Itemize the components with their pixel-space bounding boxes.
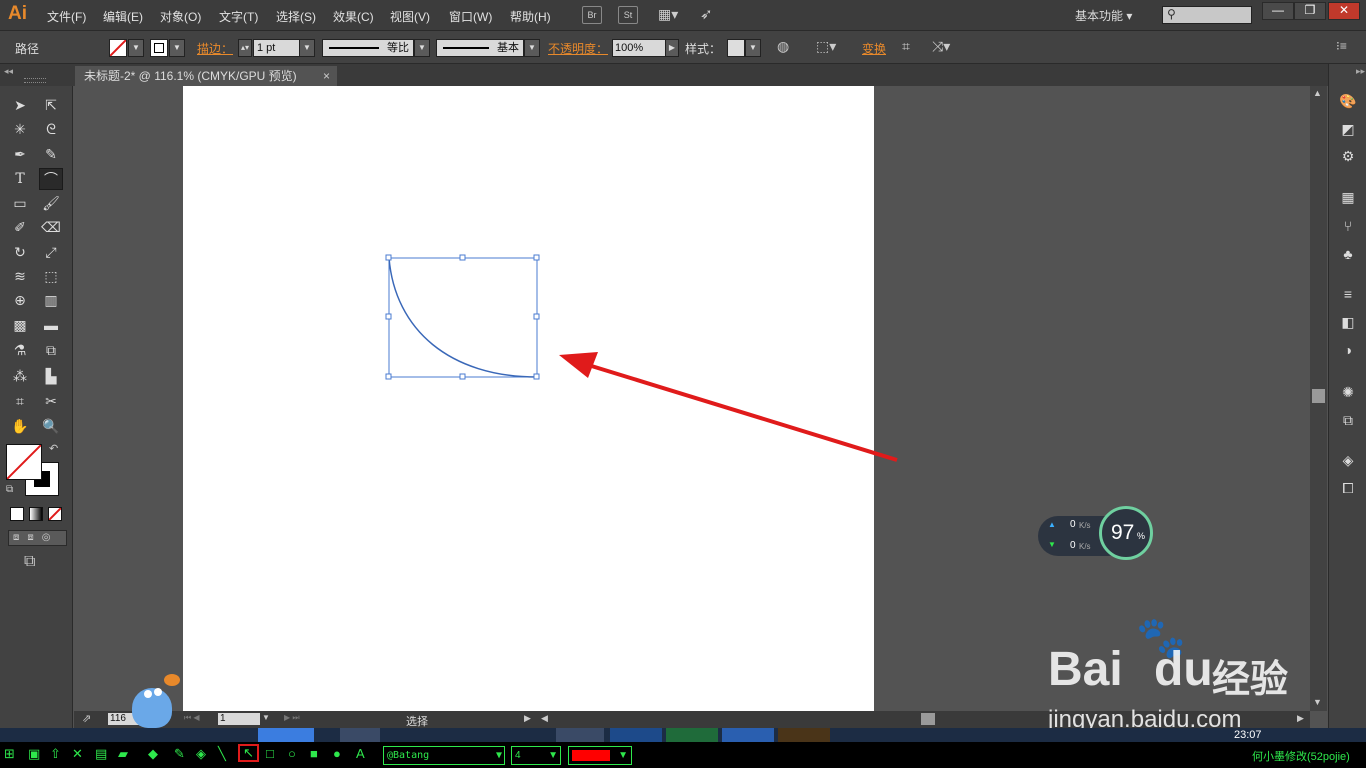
handle-top-right	[533, 254, 540, 261]
taskbar-excel[interactable]	[666, 728, 718, 742]
ellipse-filled-icon[interactable]: ●	[333, 745, 341, 763]
pencil-icon[interactable]: ✎	[174, 745, 185, 763]
vertical-scroll-thumb[interactable]	[1312, 389, 1325, 403]
upload-speed: 0	[1070, 519, 1076, 530]
rectangle-outline-icon[interactable]: □	[266, 745, 274, 763]
memory-percent: 97	[1111, 521, 1135, 544]
memory-ring: 97 %	[1099, 506, 1153, 560]
color-select-arrow[interactable]: ▼	[618, 747, 628, 764]
size-select[interactable]: 4 ▼	[511, 746, 561, 765]
annotation-arrow	[559, 352, 898, 462]
expand-panels-icon[interactable]: ▸▸	[1356, 66, 1365, 77]
cc-libraries-icon[interactable]: ⚙	[1338, 146, 1358, 166]
taskbar-illustrator[interactable]	[778, 728, 830, 742]
network-speed-widget[interactable]: ▲ 0 K/s ▼ 0 K/s 97 %	[1038, 506, 1156, 566]
hscroll-right-icon[interactable]: ▶	[1297, 713, 1304, 724]
download-icon: ▼	[1048, 540, 1056, 549]
close-x-icon[interactable]: ✕	[72, 745, 83, 763]
vertical-scrollbar[interactable]: ▲ ▼	[1310, 86, 1327, 711]
upload-unit: K/s	[1079, 521, 1091, 530]
highlighter-icon[interactable]: ◈	[196, 745, 206, 763]
watermark-brand-text-2: du	[1154, 643, 1213, 696]
right-panel-dock: ▸▸ 🎨 ◩ ⚙ ▦ ⑂ ♣ ≡ ◧ ◑ ✺ ⧉ ◈ ⧠	[1328, 64, 1366, 728]
ellipse-outline-icon[interactable]: ○	[288, 745, 296, 763]
font-select-value: @Batang	[387, 750, 430, 761]
line-icon[interactable]: ╲	[218, 745, 226, 763]
swatches-icon[interactable]: ▦	[1338, 187, 1358, 207]
current-tool-status: 选择	[406, 716, 428, 728]
artboard-nav-next[interactable]: ▶ ⏭	[284, 713, 300, 723]
upload-icon: ▲	[1048, 520, 1056, 529]
bounding-box-handles	[385, 254, 540, 380]
save-icon[interactable]: ▤	[95, 745, 107, 763]
handle-top-middle	[459, 254, 466, 261]
rectangle-filled-icon[interactable]: ■	[310, 745, 318, 763]
color-select[interactable]: ▼	[568, 746, 632, 765]
color-select-swatch	[572, 750, 610, 761]
artboard-number-field[interactable]: 1	[218, 713, 260, 725]
taskbar-clock: 23:07	[1234, 729, 1262, 741]
download-speed: 0	[1070, 540, 1076, 551]
taskbar-app-2[interactable]	[722, 728, 774, 742]
arrow-draw-icon[interactable]: ↖	[238, 744, 259, 762]
hscroll-left-icon[interactable]: ◀	[541, 713, 548, 724]
taskbar-app[interactable]	[556, 728, 604, 742]
appearance-icon[interactable]: ✺	[1338, 382, 1358, 402]
credit-text: 何小墨修改(52pojie)	[1252, 751, 1350, 763]
font-select-arrow[interactable]: ▼	[496, 747, 502, 764]
horizontal-scroll-thumb[interactable]	[921, 713, 935, 725]
bounding-box	[388, 257, 538, 378]
scroll-down-icon[interactable]: ▼	[1313, 697, 1322, 707]
layers-icon[interactable]: ◈	[1338, 450, 1358, 470]
selected-path-group[interactable]	[385, 254, 540, 380]
status-menu-arrow[interactable]: ▶	[524, 713, 531, 724]
handle-bottom-middle	[459, 373, 466, 380]
windows-taskbar: 23:07	[0, 728, 1366, 742]
taskbar-browser[interactable]	[340, 728, 380, 742]
brushes-icon[interactable]: ⑂	[1338, 216, 1358, 236]
watermark-brand-text: Bai	[1048, 643, 1123, 696]
artboard-nav-prev[interactable]: ⏮ ◀	[184, 713, 200, 723]
taskbar-photoshop[interactable]	[610, 728, 662, 742]
handle-bottom-right	[533, 373, 540, 380]
watermark-cn-text: 经验	[1212, 659, 1289, 701]
mascot-image	[124, 668, 184, 728]
eraser-icon[interactable]: ◆	[148, 745, 158, 763]
taskbar-active-item[interactable]	[258, 728, 314, 742]
handle-top-left	[385, 254, 392, 261]
screen-draw-toolbar: ⊞ ▣ ⇧ ✕ ▤ ▰ ◆ ✎ ◈ ╲ ↖ □ ○ ■ ● A @Batang …	[0, 742, 1366, 768]
font-select[interactable]: @Batang ▼	[383, 746, 505, 765]
symbols-icon[interactable]: ♣	[1338, 244, 1358, 264]
word-icon[interactable]: ▣	[28, 745, 40, 763]
download-unit: K/s	[1079, 542, 1091, 551]
handle-middle-left	[385, 313, 392, 320]
up-arrow-icon[interactable]: ⇧	[50, 745, 61, 763]
size-select-value: 4	[515, 750, 521, 761]
artboard-dropdown[interactable]: ▼	[262, 713, 270, 722]
color-guide-icon[interactable]: ◩	[1338, 119, 1358, 139]
handle-middle-right	[533, 313, 540, 320]
share-icon[interactable]: ⇗	[82, 712, 91, 725]
artboards-panel-icon[interactable]: ⧠	[1338, 478, 1358, 498]
text-draw-icon[interactable]: A	[356, 745, 365, 763]
handle-bottom-left	[385, 373, 392, 380]
graphic-styles-icon[interactable]: ⧉	[1338, 410, 1358, 430]
color-panel-icon[interactable]: 🎨	[1338, 91, 1358, 111]
arc-path	[388, 257, 538, 378]
percent-sign: %	[1137, 531, 1146, 541]
gradient-panel-icon[interactable]: ◧	[1338, 312, 1358, 332]
size-select-arrow[interactable]: ▼	[548, 747, 558, 764]
transparency-icon[interactable]: ◑	[1338, 340, 1358, 360]
scroll-up-icon[interactable]: ▲	[1313, 88, 1322, 98]
stroke-panel-icon[interactable]: ≡	[1338, 284, 1358, 304]
open-folder-icon[interactable]: ▰	[118, 745, 128, 763]
pin-icon[interactable]: ⊞	[4, 745, 15, 763]
